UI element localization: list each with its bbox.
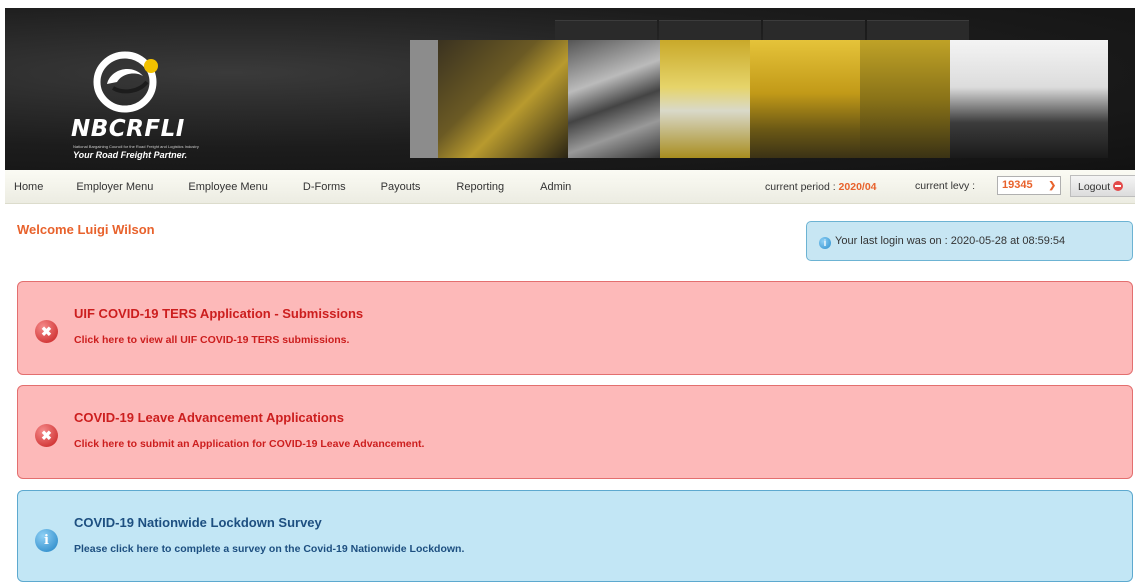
alert-link[interactable]: Please click here to complete a survey o… xyxy=(74,543,464,555)
collage-photo-white-truck xyxy=(950,40,1108,158)
nav-item-payouts[interactable]: Payouts xyxy=(381,181,421,193)
collage-strip xyxy=(410,40,438,158)
current-period-value: 2020/04 xyxy=(838,181,877,193)
current-period: current period : 2020/04 xyxy=(765,181,877,193)
chevron-down-icon: ❯ xyxy=(1048,180,1056,190)
alert-link[interactable]: Click here to view all UIF COVID-19 TERS… xyxy=(74,334,349,346)
current-levy-value: 19345 xyxy=(1002,179,1033,191)
brand-logo[interactable]: NBCRFLI National Bargaining Council for … xyxy=(71,50,231,160)
minus-circle-icon xyxy=(1113,181,1124,191)
collage-photo-hand xyxy=(438,40,568,158)
nav-item-employer-menu[interactable]: Employer Menu xyxy=(76,181,153,193)
logout-button[interactable]: Logout xyxy=(1070,175,1135,197)
current-levy-label: current levy : xyxy=(915,180,976,192)
collage-photo-van xyxy=(660,40,750,158)
collage-photo-trucks xyxy=(750,40,860,158)
alert-lockdown-survey[interactable]: i COVID-19 Nationwide Lockdown Survey Pl… xyxy=(17,490,1133,582)
nav-item-admin[interactable]: Admin xyxy=(540,181,571,193)
main-navbar: Home Employer Menu Employee Menu D-Forms… xyxy=(5,170,1135,204)
nav-menu: Home Employer Menu Employee Menu D-Forms… xyxy=(5,170,571,203)
collage-photo-road xyxy=(568,40,660,158)
logout-label: Logout xyxy=(1078,181,1111,193)
logo-mark-icon xyxy=(93,51,158,113)
header-photo-collage xyxy=(410,40,1108,158)
alert-uif-ters[interactable]: ✖ UIF COVID-19 TERS Application - Submis… xyxy=(17,281,1133,375)
alert-link[interactable]: Click here to submit an Application for … xyxy=(74,438,424,450)
alert-title: COVID-19 Leave Advancement Applications xyxy=(74,410,344,425)
x-circle-icon: ✖ xyxy=(35,320,58,343)
brand-name: NBCRFLI xyxy=(71,116,185,142)
header-banner: NBCRFLI National Bargaining Council for … xyxy=(5,8,1135,170)
alert-title: UIF COVID-19 TERS Application - Submissi… xyxy=(74,306,364,321)
alert-leave-advancement[interactable]: ✖ COVID-19 Leave Advancement Application… xyxy=(17,385,1133,479)
nav-item-reporting[interactable]: Reporting xyxy=(456,181,504,193)
x-circle-icon: ✖ xyxy=(35,424,58,447)
info-circle-icon: i xyxy=(819,237,831,249)
alert-title: COVID-19 Nationwide Lockdown Survey xyxy=(74,515,322,530)
brand-subtitle: National Bargaining Council for the Road… xyxy=(73,144,199,149)
nav-item-employee-menu[interactable]: Employee Menu xyxy=(188,181,268,193)
info-circle-icon: i xyxy=(35,529,58,552)
current-period-label: current period : xyxy=(765,181,836,193)
brand-tagline: Your Road Freight Partner. xyxy=(73,150,188,160)
current-levy-select[interactable]: 19345 ❯ xyxy=(997,176,1061,195)
last-login-text: Your last login was on : 2020-05-28 at 0… xyxy=(835,235,1066,247)
welcome-message: Welcome Luigi Wilson xyxy=(17,222,155,237)
nav-item-home[interactable]: Home xyxy=(14,181,43,193)
nav-item-d-forms[interactable]: D-Forms xyxy=(303,181,346,193)
last-login-notice: i Your last login was on : 2020-05-28 at … xyxy=(806,221,1133,261)
collage-photo-truck-front xyxy=(860,40,950,158)
